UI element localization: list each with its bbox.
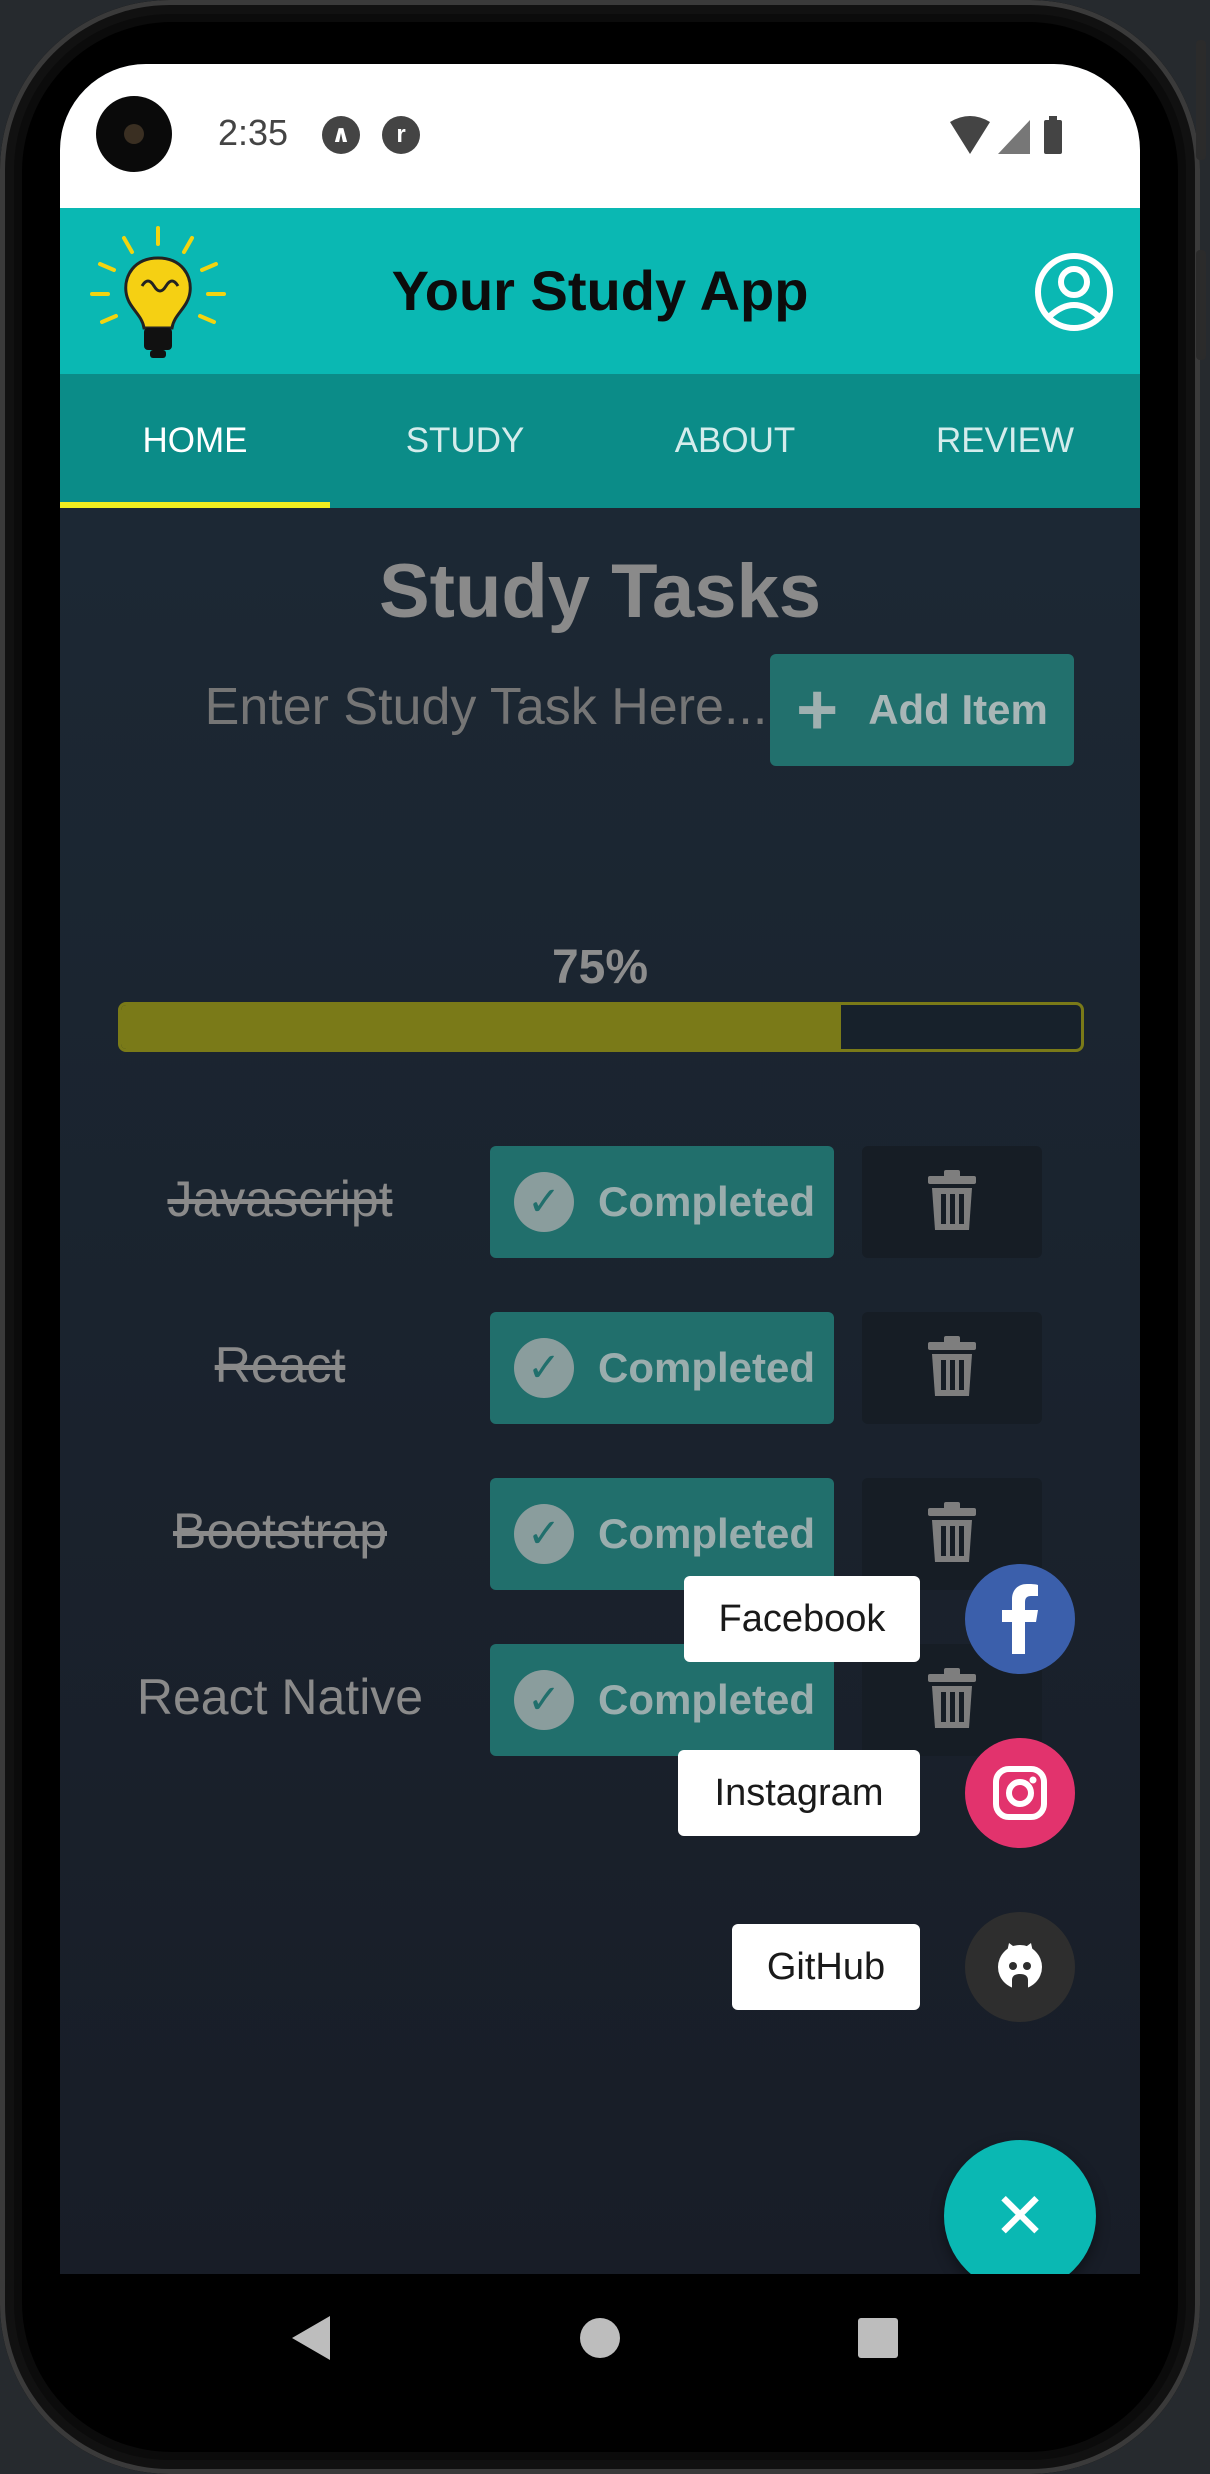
completed-button[interactable]: ✓ Completed bbox=[490, 1478, 834, 1590]
instagram-icon bbox=[993, 1766, 1047, 1820]
check-circle-icon: ✓ bbox=[514, 1504, 574, 1564]
delete-button[interactable] bbox=[862, 1146, 1042, 1258]
facebook-button[interactable] bbox=[965, 1564, 1075, 1674]
task-name: React bbox=[214, 1337, 346, 1393]
completed-button[interactable]: ✓ Completed bbox=[490, 1146, 834, 1258]
status-time: 2:35 bbox=[218, 112, 289, 153]
battery-icon bbox=[1044, 120, 1062, 154]
task-name: Javascript bbox=[167, 1171, 393, 1227]
check-circle-icon: ✓ bbox=[514, 1338, 574, 1398]
github-label[interactable]: GitHub bbox=[732, 1924, 920, 2010]
task-row: React ✓ Completed bbox=[60, 1312, 1140, 1424]
home-icon[interactable] bbox=[580, 2318, 620, 2358]
app-header: Your Study App bbox=[60, 208, 1140, 374]
add-item-button[interactable]: + Add Item bbox=[770, 654, 1074, 766]
task-name: React Native bbox=[136, 1669, 424, 1725]
trash-icon bbox=[928, 1336, 976, 1396]
close-icon: ✕ bbox=[993, 2180, 1047, 2252]
github-button[interactable] bbox=[965, 1912, 1075, 2022]
completed-label: Completed bbox=[598, 1344, 816, 1391]
signal-icon bbox=[998, 120, 1030, 154]
profile-icon[interactable] bbox=[1034, 252, 1114, 332]
check-circle-icon: ✓ bbox=[514, 1670, 574, 1730]
instagram-button[interactable] bbox=[965, 1738, 1075, 1848]
task-row: Javascript ✓ Completed bbox=[60, 1146, 1140, 1258]
status-indicators bbox=[950, 116, 1062, 154]
volume-button bbox=[1196, 250, 1206, 360]
progress-fill bbox=[121, 1005, 841, 1049]
facebook-label[interactable]: Facebook bbox=[684, 1576, 920, 1662]
github-icon bbox=[998, 1943, 1042, 1990]
front-camera bbox=[96, 96, 172, 172]
wifi-icon bbox=[950, 116, 990, 154]
tab-about[interactable]: ABOUT bbox=[600, 374, 870, 508]
task-name: Bootstrap bbox=[172, 1503, 387, 1559]
notification-app-icon-2: r bbox=[382, 116, 420, 154]
recent-apps-icon[interactable] bbox=[858, 2318, 898, 2358]
notification-app-icon: ∧ bbox=[322, 116, 360, 154]
facebook-icon bbox=[1002, 1584, 1038, 1654]
status-bar: 2:35 ∧ r bbox=[60, 64, 1140, 208]
tab-home[interactable]: HOME bbox=[60, 374, 330, 508]
app-title: Your Study App bbox=[391, 259, 809, 322]
progress-percent: 75% bbox=[551, 941, 649, 994]
tab-review[interactable]: REVIEW bbox=[870, 374, 1140, 508]
android-nav-bar bbox=[60, 2274, 1140, 2404]
trash-icon bbox=[928, 1502, 976, 1562]
plus-icon: + bbox=[796, 670, 839, 750]
add-item-label: Add Item bbox=[868, 686, 1048, 733]
progress-bar bbox=[118, 1002, 1084, 1052]
app-screen: 2:35 ∧ r Your Study App HOME STUDY ABOUT… bbox=[60, 64, 1140, 2274]
completed-label: Completed bbox=[598, 1510, 816, 1557]
page-title: Study Tasks bbox=[378, 549, 822, 634]
trash-icon bbox=[928, 1668, 976, 1728]
tab-bar: HOME STUDY ABOUT REVIEW bbox=[60, 374, 1140, 508]
power-button bbox=[1196, 40, 1206, 160]
back-icon[interactable] bbox=[292, 2316, 330, 2360]
completed-button[interactable]: ✓ Completed bbox=[490, 1312, 834, 1424]
completed-label: Completed bbox=[598, 1178, 816, 1225]
instagram-label[interactable]: Instagram bbox=[678, 1750, 920, 1836]
delete-button[interactable] bbox=[862, 1312, 1042, 1424]
trash-icon bbox=[928, 1170, 976, 1230]
check-circle-icon: ✓ bbox=[514, 1172, 574, 1232]
tab-study[interactable]: STUDY bbox=[330, 374, 600, 508]
completed-label: Completed bbox=[598, 1676, 816, 1723]
task-input[interactable] bbox=[154, 664, 818, 750]
